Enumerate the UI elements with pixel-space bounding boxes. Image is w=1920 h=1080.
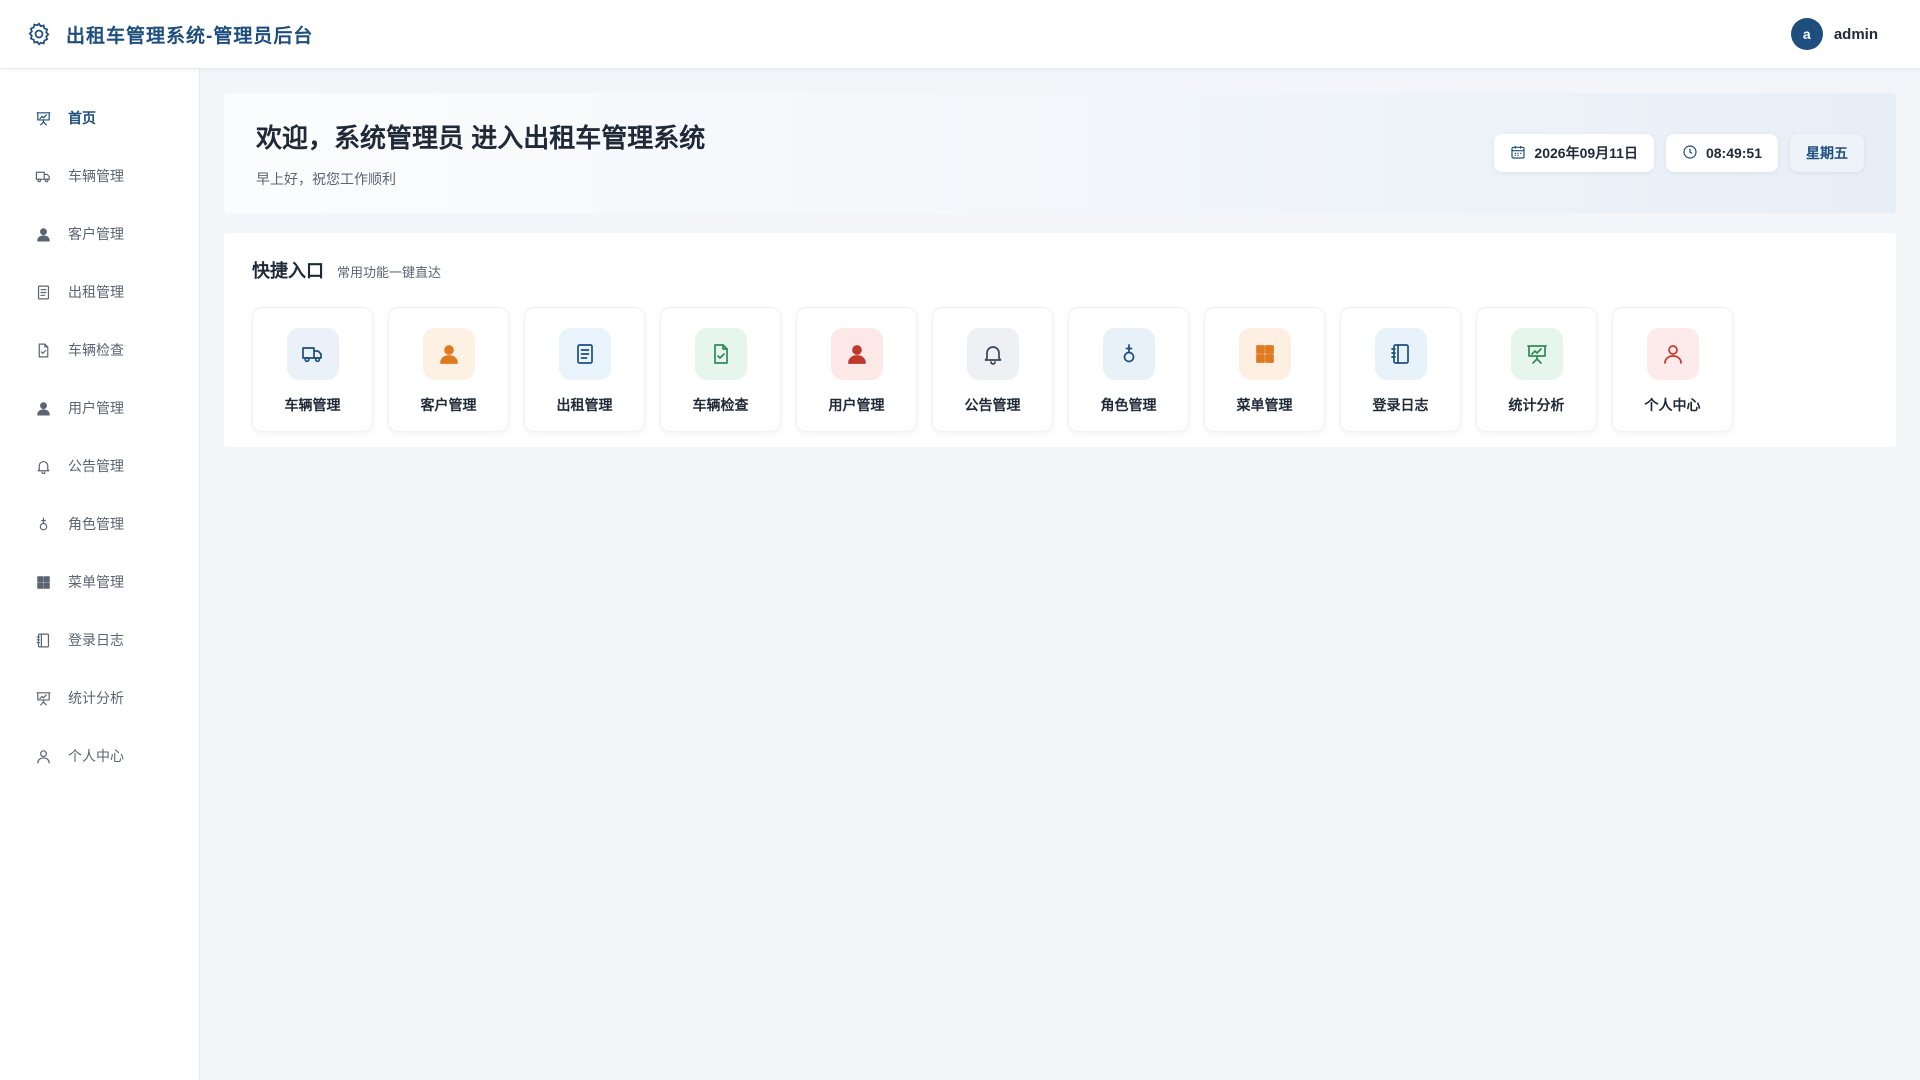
quick-card-label: 菜单管理: [1236, 397, 1293, 413]
presentation-chart-icon: [34, 109, 52, 127]
sidebar-item-label: 角色管理: [68, 516, 124, 532]
datetime-pills: 2026年09月11日 08:49:51 星期五: [1494, 134, 1864, 172]
quick-card-rental[interactable]: 出租管理: [524, 307, 645, 432]
sidebar-item-statistics[interactable]: 统计分析: [0, 669, 199, 727]
user-outline-icon: [34, 747, 52, 765]
document-check-icon: [34, 341, 52, 359]
quick-card-label: 统计分析: [1508, 397, 1565, 413]
sidebar-item-role[interactable]: 角色管理: [0, 495, 199, 553]
sidebar-item-label: 客户管理: [68, 226, 124, 242]
truck-icon: [34, 167, 52, 185]
quick-card-statistics[interactable]: 统计分析: [1476, 307, 1597, 432]
user-icon: [830, 328, 883, 380]
sidebar-item-profile[interactable]: 个人中心: [0, 727, 199, 785]
sidebar-item-customer[interactable]: 客户管理: [0, 205, 199, 263]
sidebar-item-label: 车辆检查: [68, 342, 124, 358]
sidebar-item-rental[interactable]: 出租管理: [0, 263, 199, 321]
sidebar-item-menu[interactable]: 菜单管理: [0, 553, 199, 611]
truck-icon: [286, 328, 339, 380]
sidebar-item-login-log[interactable]: 登录日志: [0, 611, 199, 669]
top-header: 出租车管理系统-管理员后台 a admin: [0, 0, 1920, 69]
sidebar-item-vehicle[interactable]: 车辆管理: [0, 147, 199, 205]
sidebar-item-label: 登录日志: [68, 632, 124, 648]
user-outline-icon: [1646, 328, 1699, 380]
quick-card-inspection[interactable]: 车辆检查: [660, 307, 781, 432]
clock-icon: [1682, 144, 1698, 163]
quick-card-profile[interactable]: 个人中心: [1612, 307, 1733, 432]
sidebar-item-user[interactable]: 用户管理: [0, 379, 199, 437]
sidebar-item-label: 出租管理: [68, 284, 124, 300]
username[interactable]: admin: [1834, 26, 1878, 43]
user-icon: [422, 328, 475, 380]
gear-icon: [26, 21, 52, 47]
sidebar: 首页车辆管理客户管理出租管理车辆检查用户管理公告管理角色管理菜单管理登录日志统计…: [0, 69, 200, 1080]
female-icon: [1102, 328, 1155, 380]
quick-card-label: 客户管理: [420, 397, 477, 413]
sidebar-item-label: 首页: [68, 110, 96, 126]
welcome-title: 欢迎，系统管理员 进入出租车管理系统: [256, 122, 706, 153]
quick-card-label: 用户管理: [828, 397, 885, 413]
weekday-pill: 星期五: [1790, 134, 1864, 172]
sidebar-item-label: 菜单管理: [68, 574, 124, 590]
sidebar-item-inspection[interactable]: 车辆检查: [0, 321, 199, 379]
user-menu[interactable]: a admin: [1790, 18, 1878, 50]
presentation-chart-icon: [1510, 328, 1563, 380]
quick-access-subtitle: 常用功能一键直达: [337, 265, 442, 280]
date-pill: 2026年09月11日: [1494, 134, 1654, 172]
user-icon: [34, 399, 52, 417]
quick-card-label: 车辆检查: [692, 397, 749, 413]
quick-card-label: 角色管理: [1100, 397, 1157, 413]
quick-access-panel: 快捷入口 常用功能一键直达 车辆管理 客户管理 出租管理 车辆检查 用户管理 公告管理 角色…: [224, 233, 1896, 447]
date-text: 2026年09月11日: [1534, 145, 1638, 161]
welcome-banner: 欢迎，系统管理员 进入出租车管理系统 早上好，祝您工作顺利 2026年09月11…: [224, 93, 1896, 213]
sidebar-item-home[interactable]: 首页: [0, 89, 199, 147]
quick-card-vehicle[interactable]: 车辆管理: [252, 307, 373, 432]
welcome-subtitle: 早上好，祝您工作顺利: [256, 170, 396, 187]
document-check-icon: [694, 328, 747, 380]
brand[interactable]: 出租车管理系统-管理员后台: [26, 21, 313, 48]
user-icon: [34, 225, 52, 243]
quick-card-label: 登录日志: [1372, 397, 1429, 413]
weekday-text: 星期五: [1806, 145, 1848, 161]
main-content: 欢迎，系统管理员 进入出租车管理系统 早上好，祝您工作顺利 2026年09月11…: [224, 93, 1896, 447]
female-icon: [34, 515, 52, 533]
avatar[interactable]: a: [1790, 18, 1823, 50]
quick-card-label: 个人中心: [1644, 397, 1701, 413]
presentation-chart-icon: [34, 689, 52, 707]
document-icon: [558, 328, 611, 380]
sidebar-item-label: 个人中心: [68, 748, 124, 764]
notebook-icon: [34, 631, 52, 649]
bell-icon: [966, 328, 1019, 380]
quick-access-title: 快捷入口: [252, 261, 324, 281]
quick-card-role[interactable]: 角色管理: [1068, 307, 1189, 432]
quick-card-menu[interactable]: 菜单管理: [1204, 307, 1325, 432]
calendar-icon: [1510, 144, 1526, 163]
sidebar-item-label: 统计分析: [68, 690, 124, 706]
quick-card-notice[interactable]: 公告管理: [932, 307, 1053, 432]
document-icon: [34, 283, 52, 301]
sidebar-item-label: 公告管理: [68, 458, 124, 474]
quick-card-user[interactable]: 用户管理: [796, 307, 917, 432]
quick-access-cards: 车辆管理 客户管理 出租管理 车辆检查 用户管理 公告管理 角色管理 菜单管理 登录日志 统计分析…: [252, 307, 1868, 432]
time-pill: 08:49:51: [1665, 134, 1778, 172]
quick-card-customer[interactable]: 客户管理: [388, 307, 509, 432]
quick-card-login-log[interactable]: 登录日志: [1340, 307, 1461, 432]
quick-card-label: 出租管理: [556, 397, 613, 413]
bell-icon: [34, 457, 52, 475]
sidebar-item-label: 车辆管理: [68, 168, 124, 184]
app-title: 出租车管理系统-管理员后台: [66, 25, 314, 47]
grid-icon: [34, 573, 52, 591]
quick-card-label: 公告管理: [964, 397, 1021, 413]
grid-icon: [1238, 328, 1291, 380]
time-text: 08:49:51: [1705, 145, 1762, 161]
sidebar-item-label: 用户管理: [68, 400, 124, 416]
notebook-icon: [1374, 328, 1427, 380]
quick-card-label: 车辆管理: [284, 397, 341, 413]
sidebar-item-notice[interactable]: 公告管理: [0, 437, 199, 495]
